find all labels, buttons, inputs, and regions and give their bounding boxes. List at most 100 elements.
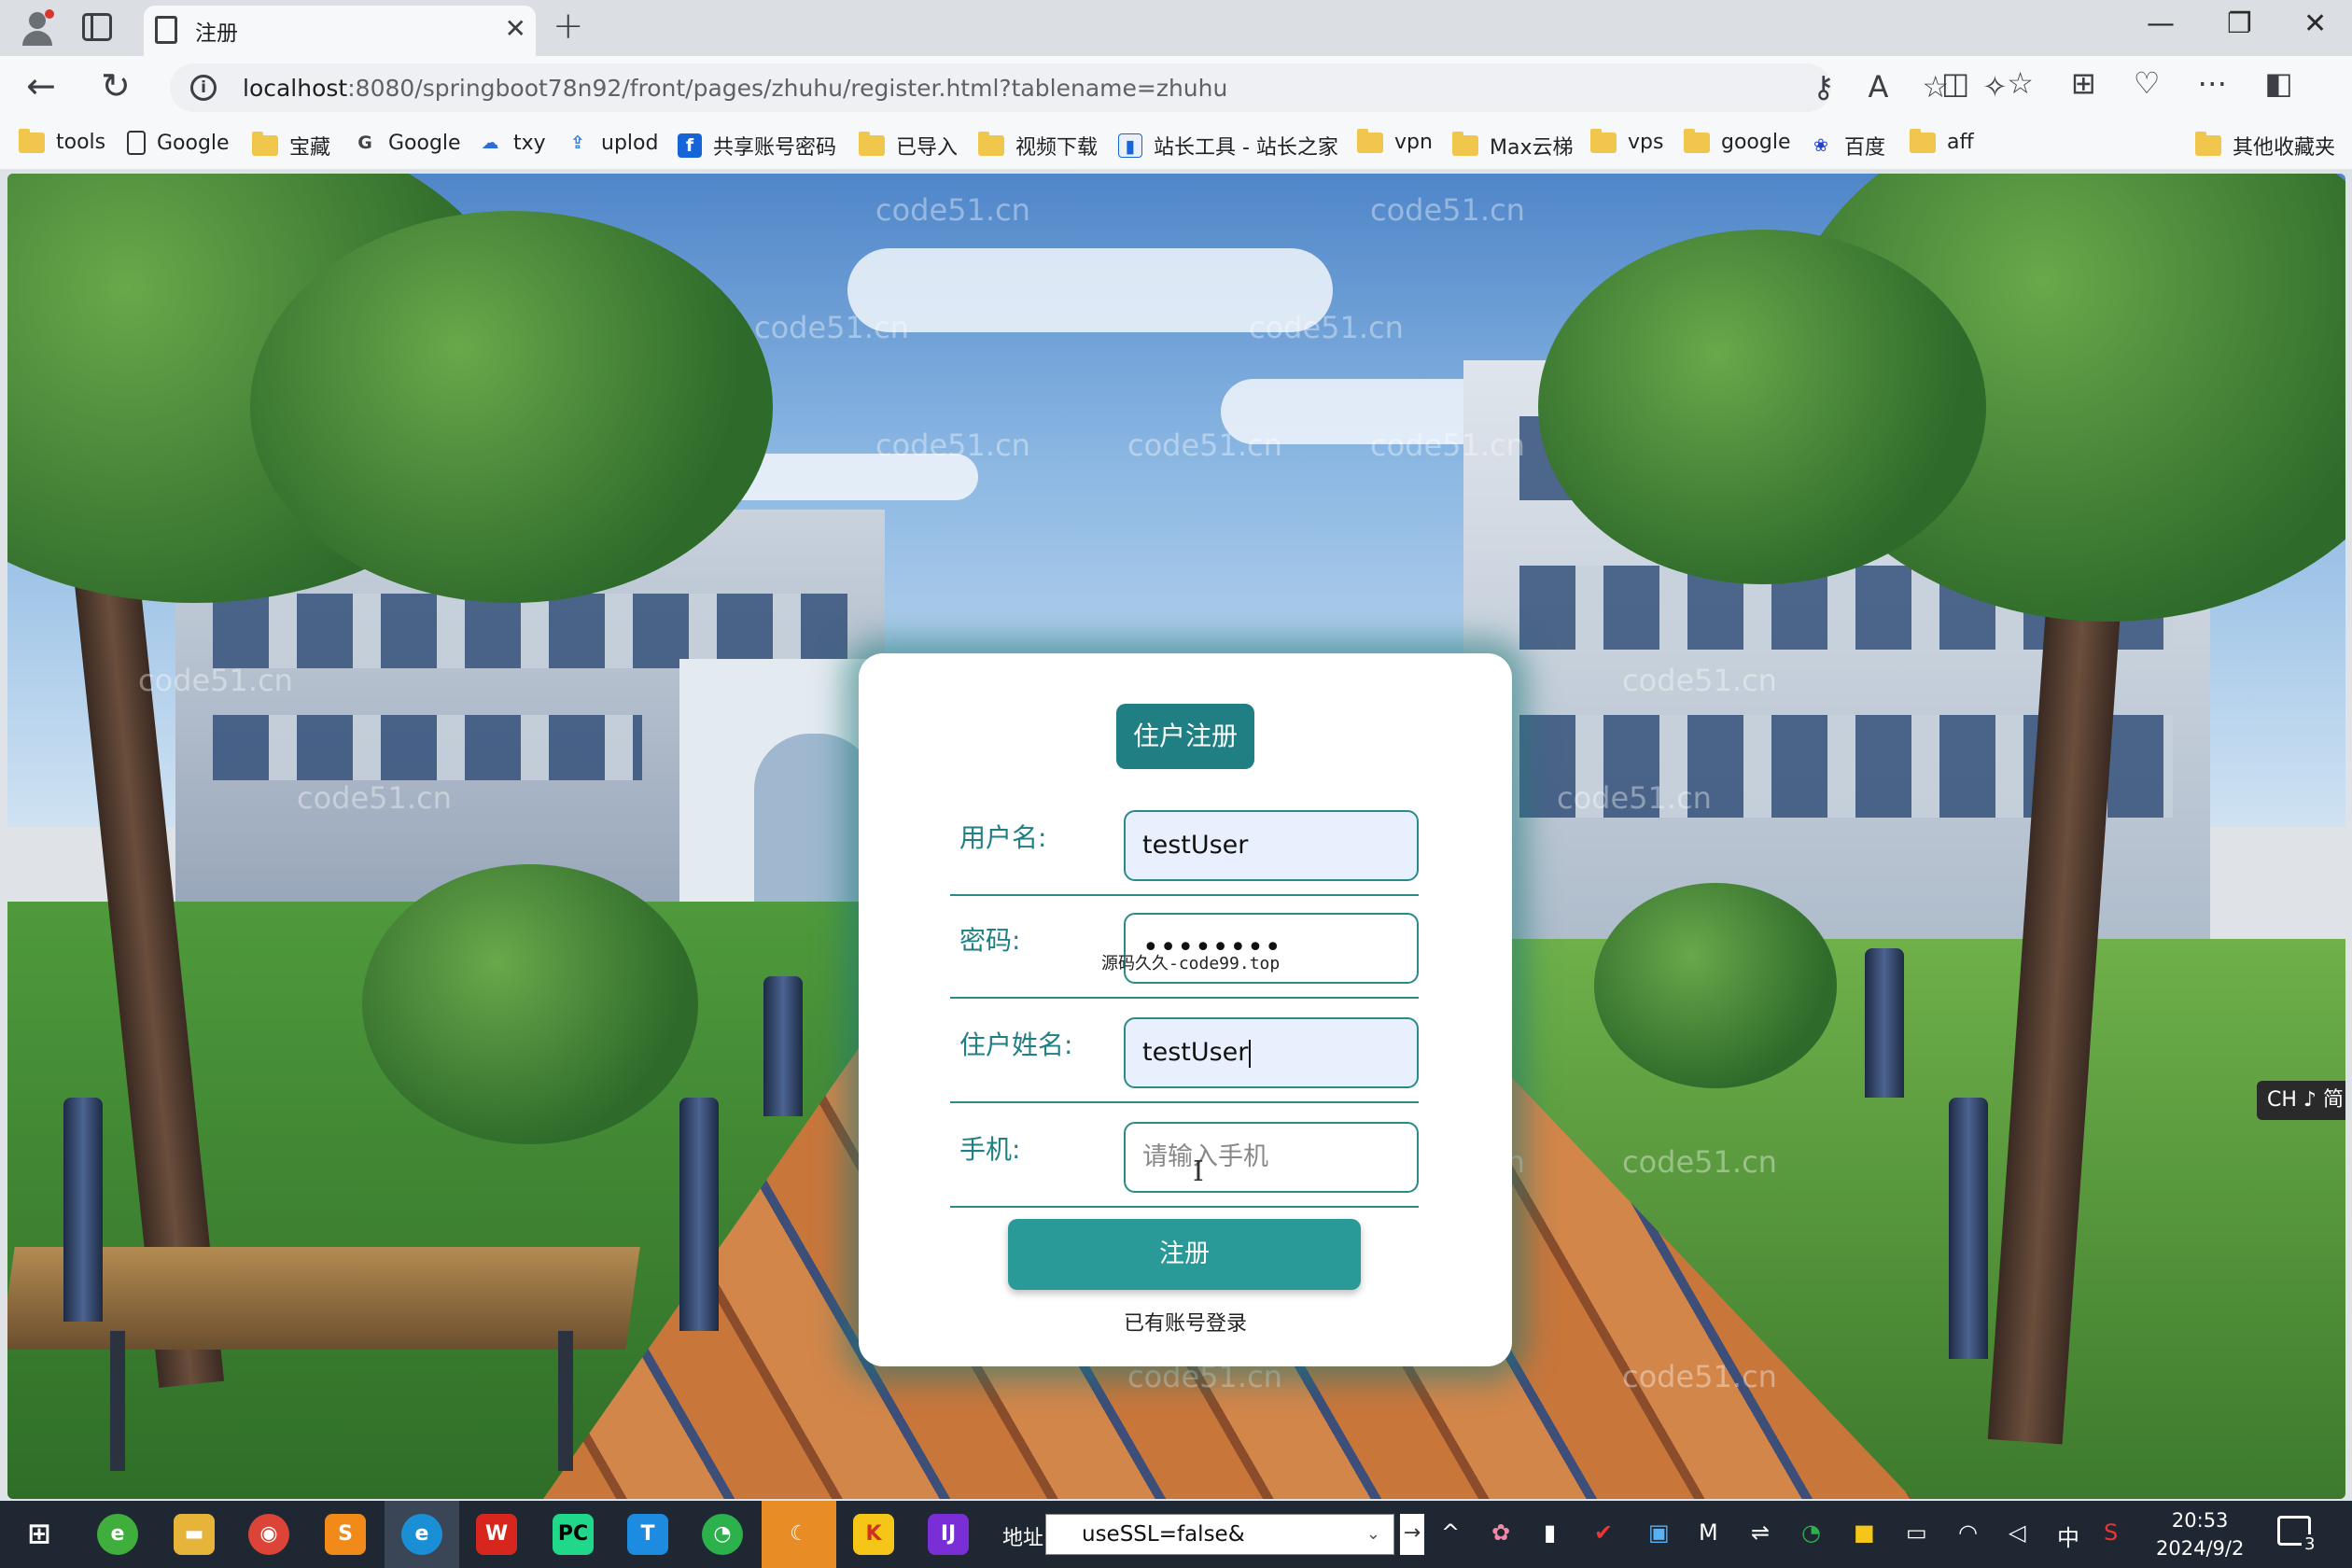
phone-label: 手机:	[959, 1134, 1021, 1165]
cloud-icon: ☁	[481, 133, 499, 153]
tray-settings-icon[interactable]: ⇌	[1751, 1519, 1770, 1546]
resident-name-label: 住户姓名:	[959, 1029, 1073, 1060]
bookmark-vpn[interactable]: vpn	[1357, 128, 1433, 154]
page-viewport: code51.cn code51.cn code51.cn code51.cn …	[7, 174, 2345, 1499]
refresh-icon[interactable]: ↻	[101, 65, 131, 106]
google-icon: G	[357, 133, 372, 153]
bookmarks-bar: tools Google 宝藏 G Google ☁ txy ⇪ uplod f 共享账…	[0, 119, 2352, 170]
tab-actions-icon[interactable]	[82, 13, 112, 41]
navigation-bar: ← ↻ i localhost:8080/springboot78n92/fro…	[0, 56, 2352, 119]
bookmark-imported[interactable]: 已导入	[859, 131, 958, 161]
edge-icon[interactable]: e	[401, 1514, 442, 1555]
password-label: 密码:	[959, 925, 1021, 956]
folder-icon	[2195, 132, 2221, 156]
favorites-icon[interactable]: ☆	[2007, 65, 2034, 101]
bookmark-txy[interactable]: ☁ txy	[478, 131, 546, 155]
bookmark-google-page[interactable]: Google	[127, 131, 230, 155]
browser-tab[interactable]: 注册 ✕	[144, 6, 536, 56]
more-menu-icon[interactable]: ⋯	[2197, 65, 2227, 101]
tray-battery-icon[interactable]: ▭	[1906, 1519, 1927, 1546]
bookmark-other[interactable]: 其他收藏夹	[2195, 131, 2335, 161]
sidebar-icon[interactable]: ◧	[2264, 65, 2292, 101]
wifi-icon[interactable]: ◠	[1958, 1519, 1978, 1546]
minimize-icon[interactable]: —	[2147, 7, 2175, 40]
volume-icon[interactable]: ◁	[2009, 1519, 2025, 1546]
kuaizip-icon[interactable]: K	[853, 1514, 894, 1555]
sogou-icon[interactable]: S	[2104, 1519, 2118, 1546]
bookmark-aff[interactable]: aff	[1910, 128, 1974, 154]
bookmark-google-folder[interactable]: google	[1684, 128, 1791, 154]
notification-count: 3	[2302, 1534, 2318, 1554]
key-icon[interactable]: ⚷	[1813, 69, 1834, 105]
bookmark-video-download[interactable]: 视频下载	[978, 131, 1098, 161]
bookmark-max[interactable]: Max云梯	[1452, 131, 1573, 161]
bookmark-baozang[interactable]: 宝藏	[252, 131, 330, 161]
tray-antivirus-icon[interactable]: ✔	[1594, 1519, 1613, 1546]
pycharm-icon[interactable]: PC	[553, 1514, 594, 1555]
intellij-icon[interactable]: IJ	[928, 1514, 969, 1555]
password-watermark-note: 源码久久-code99.top	[1101, 954, 1281, 973]
chrome-icon[interactable]: ◉	[248, 1514, 289, 1555]
restore-icon[interactable]: ❐	[2227, 7, 2252, 40]
tray-mail-icon[interactable]: M	[1699, 1519, 1718, 1546]
tray-wechat-icon[interactable]: ◔	[1801, 1519, 1821, 1546]
close-tab-icon[interactable]: ✕	[505, 13, 526, 44]
folder-icon	[1357, 128, 1383, 153]
sublime-icon[interactable]: S	[325, 1514, 366, 1555]
windows-start-icon[interactable]: ⊞	[19, 1514, 60, 1555]
taskbar-address-input[interactable]: useSSL=false& ⌄	[1045, 1514, 1394, 1555]
system-clock[interactable]: 20:53 2024/9/2	[2156, 1506, 2244, 1562]
tray-tool-icon[interactable]: ▣	[1648, 1519, 1670, 1546]
wechat-icon[interactable]: ◔	[702, 1514, 743, 1555]
text-cursor-icon: I	[1193, 1155, 1204, 1188]
text-caret	[1249, 1039, 1252, 1068]
address-bar[interactable]: i localhost:8080/springboot78n92/front/p…	[170, 63, 2008, 112]
tray-app-icon[interactable]: ✿	[1491, 1519, 1510, 1546]
tray-expand-icon[interactable]: ^	[1441, 1519, 1460, 1546]
file-explorer-icon[interactable]: ▬	[174, 1514, 215, 1555]
folder-icon	[1684, 128, 1710, 153]
username-input[interactable]: testUser	[1124, 810, 1419, 881]
collections-icon[interactable]: ⊞	[2071, 65, 2096, 101]
form-title: 住户注册	[1116, 704, 1254, 769]
profile-icon[interactable]	[17, 7, 58, 49]
bookmark-google[interactable]: G Google	[353, 131, 460, 155]
page-icon	[155, 16, 177, 44]
resident-name-row: 住户姓名: testUser	[950, 1001, 1419, 1103]
folder-icon	[19, 128, 45, 153]
bookmark-vps[interactable]: vps	[1590, 128, 1663, 154]
share-icon: f	[678, 133, 702, 158]
register-button[interactable]: 注册	[1008, 1219, 1361, 1290]
go-arrow-icon[interactable]: →	[1400, 1514, 1424, 1555]
tray-usb-icon[interactable]: ▮	[1544, 1519, 1556, 1546]
tool-icon[interactable]: T	[627, 1514, 668, 1555]
username-label: 用户名:	[959, 822, 1047, 853]
new-tab-button[interactable]: +	[553, 5, 584, 48]
read-aloud-icon[interactable]: A	[1868, 69, 1888, 105]
resident-name-input[interactable]: testUser	[1124, 1017, 1419, 1088]
bookmark-baidu[interactable]: ❀ 百度	[1809, 131, 1885, 161]
baidu-icon: ❀	[1813, 135, 1828, 156]
taskbar-address-label: 地址	[1002, 1527, 1044, 1550]
wps-icon[interactable]: W	[476, 1514, 517, 1555]
browser-360-icon[interactable]: e	[97, 1514, 138, 1555]
info-icon[interactable]: i	[190, 75, 217, 101]
browser-essentials-icon[interactable]: ♡	[2134, 65, 2161, 101]
url-text[interactable]: localhost:8080/springboot78n92/front/pag…	[243, 75, 1227, 102]
close-window-icon[interactable]: ✕	[2303, 7, 2327, 40]
chart-icon: ▮	[1118, 133, 1142, 158]
tray-app-icon[interactable]: ■	[1854, 1519, 1875, 1546]
split-screen-icon[interactable]: ◫	[1941, 65, 1969, 101]
app-icon[interactable]: ☾	[778, 1514, 819, 1555]
bookmark-tools[interactable]: tools	[19, 128, 105, 154]
back-icon[interactable]: ←	[26, 65, 56, 106]
login-link[interactable]: 已有账号登录	[859, 1307, 1512, 1337]
chevron-down-icon[interactable]: ⌄	[1366, 1515, 1380, 1554]
input-method-indicator[interactable]: 中	[2057, 1519, 2079, 1552]
bookmark-chinaz[interactable]: ▮ 站长工具 - 站长之家	[1118, 131, 1338, 161]
phone-input[interactable]: 请输入手机	[1124, 1122, 1419, 1193]
bookmark-uplod[interactable]: ⇪ uplod	[566, 131, 658, 155]
ime-indicator[interactable]: CH ♪ 简	[2257, 1081, 2345, 1120]
register-card: 住户注册 用户名: testUser 密码: •••••••• 源码久久-cod…	[859, 653, 1512, 1366]
bookmark-shared-accounts[interactable]: f 共享账号密码	[678, 131, 836, 161]
